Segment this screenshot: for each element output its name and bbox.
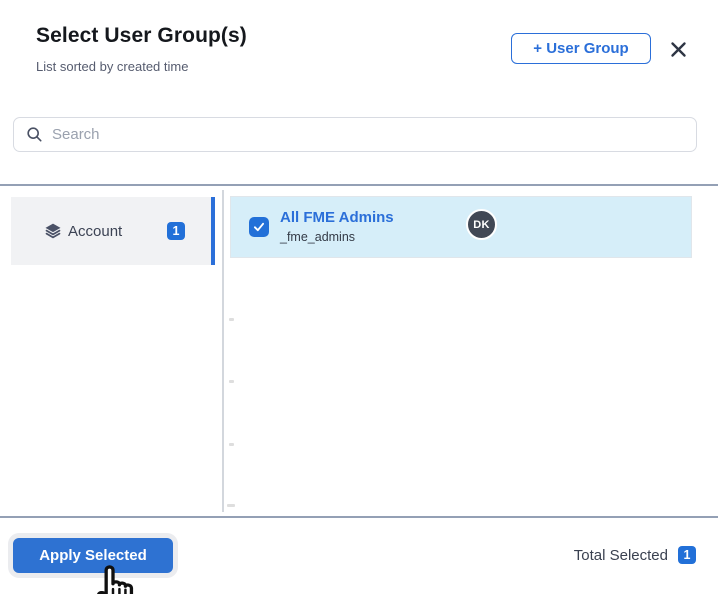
total-selected-group: Total Selected 1: [574, 546, 696, 564]
apply-selected-button[interactable]: Apply Selected: [13, 538, 173, 573]
group-text-block: All FME Admins _fme_admins: [280, 209, 394, 245]
search-icon: [26, 126, 43, 143]
add-user-group-button[interactable]: + User Group: [511, 33, 651, 64]
group-checkbox-checked[interactable]: [249, 217, 269, 237]
layers-icon: [43, 221, 63, 241]
panel-divider: [222, 190, 224, 512]
sidebar-item-label: Account: [68, 222, 123, 240]
header-divider: [0, 184, 718, 186]
group-row-all-fme-admins[interactable]: All FME Admins _fme_admins DK: [230, 196, 692, 258]
total-selected-label: Total Selected: [573, 546, 668, 564]
list-placeholder-speck: [229, 318, 234, 321]
sort-hint-text: List sorted by created time: [36, 59, 189, 74]
account-count-badge: 1: [167, 222, 185, 240]
page-title: Select User Group(s): [36, 24, 247, 47]
list-placeholder-speck: [229, 380, 234, 383]
footer-divider: [0, 516, 718, 518]
active-category-indicator: [211, 197, 215, 265]
list-placeholder-speck: [227, 504, 235, 507]
total-selected-badge: 1: [678, 546, 696, 564]
sidebar-item-account[interactable]: Account 1: [11, 197, 211, 265]
list-placeholder-speck: [229, 443, 234, 446]
close-button[interactable]: [666, 37, 690, 61]
group-name-link[interactable]: All FME Admins: [280, 209, 394, 227]
search-input[interactable]: [52, 126, 686, 143]
owner-avatar: DK: [466, 209, 497, 240]
search-box: [13, 117, 697, 152]
close-icon: [669, 40, 688, 59]
group-id-text: _fme_admins: [280, 230, 356, 244]
select-user-groups-dialog: Select User Group(s) List sorted by crea…: [0, 0, 718, 594]
